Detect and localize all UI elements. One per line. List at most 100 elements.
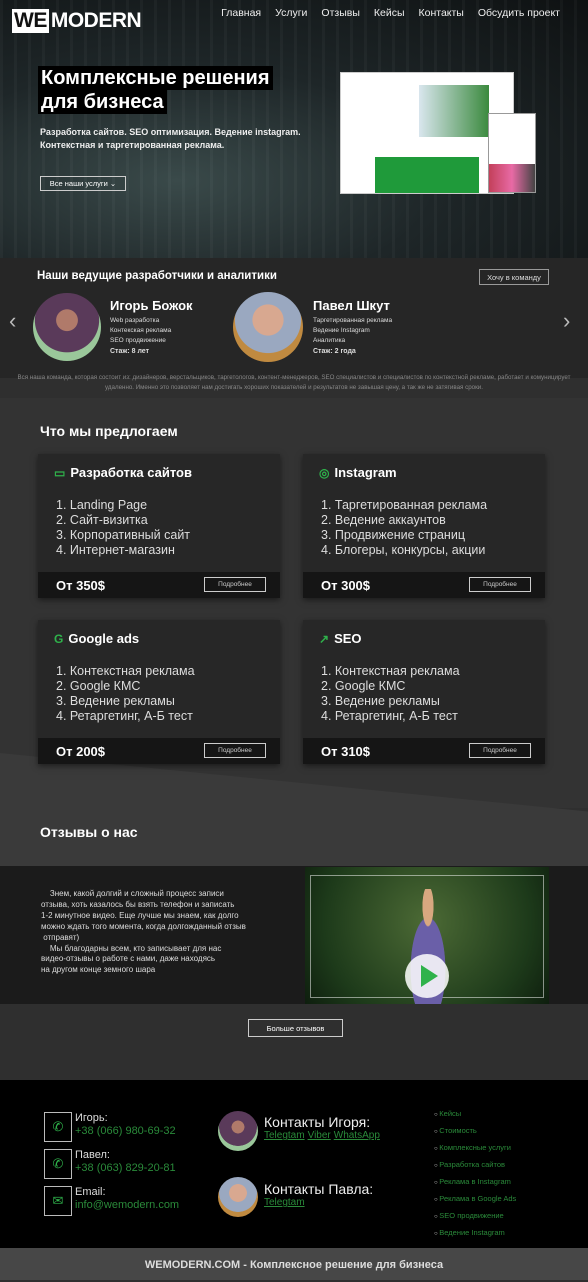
- chevron-left-icon[interactable]: ‹: [9, 308, 16, 334]
- pavel-contacts-title: Контакты Павла:: [264, 1181, 374, 1197]
- contact-label: Email:: [75, 1186, 106, 1198]
- chevron-down-icon: ⌄: [107, 179, 117, 188]
- phone-mockup-image: [488, 113, 536, 193]
- more-button[interactable]: Подробнее: [469, 577, 531, 592]
- service-item: 4. Блогеры, конкурсы, акции: [321, 543, 486, 557]
- service-title: SEO: [334, 631, 362, 646]
- reviews-text: Знем, какой долгий и сложный процесс зап…: [41, 889, 246, 975]
- member-experience: Стаж: 2 года: [313, 348, 356, 355]
- nav-discuss[interactable]: Обсудить проект: [478, 7, 560, 19]
- footer-link[interactable]: Стоимость: [434, 1123, 516, 1140]
- avatar-pavel: [233, 292, 303, 362]
- service-price: От 200$: [56, 744, 106, 759]
- hero-title-line2: для бизнеса: [38, 90, 167, 114]
- service-footer: От 300$ Подробнее: [303, 572, 545, 598]
- contact-label: Павел:: [75, 1149, 110, 1161]
- member-skills: Web разработка Контекская реклама SEO прод…: [110, 316, 171, 346]
- nav-home[interactable]: Главная: [221, 7, 261, 19]
- more-button[interactable]: Подробнее: [204, 743, 266, 758]
- phone-icon: ✆: [44, 1149, 72, 1179]
- chevron-right-icon[interactable]: ›: [563, 308, 570, 334]
- service-item: 3. Ведение рекламы: [56, 694, 175, 708]
- skill: Web разработка: [110, 317, 160, 324]
- service-item: 1. Контекстная реклама: [321, 664, 460, 678]
- service-item: 1. Таргетированная реклама: [321, 498, 488, 512]
- nav-services[interactable]: Услуги: [275, 7, 307, 19]
- service-card: ↗ SEO 1. Контекстная реклама 2. Google КМС…: [303, 620, 545, 764]
- bottom-bar: WEMODERN.COM - Комплексное решение для б…: [0, 1248, 588, 1280]
- more-button[interactable]: Подробнее: [204, 577, 266, 592]
- footer-link[interactable]: Разработка сайтов: [434, 1157, 516, 1174]
- reviews-title: Отзывы о нас: [40, 824, 138, 840]
- skill: Таргетированная реклама: [313, 317, 393, 324]
- service-card: ◎ Instagram 1. Таргетированная реклама 2. …: [303, 454, 545, 598]
- more-button[interactable]: Подробнее: [469, 743, 531, 758]
- phone-icon: ✆: [44, 1112, 72, 1142]
- footer-link[interactable]: Комплексные услуги: [434, 1140, 516, 1157]
- service-title: Разработка сайтов: [70, 465, 192, 480]
- services-button[interactable]: Все наши услуги ⌄: [40, 176, 126, 191]
- service-list: 1. Таргетированная реклама 2. Ведение акк…: [321, 498, 487, 558]
- service-item: 2. Google КМС: [321, 679, 406, 693]
- hero-subtitle-line1: Разработка сайтов. SEO оптимизация. Веде…: [40, 127, 301, 137]
- service-card: ▭ Разработка сайтов 1. Landing Page 2. Сай…: [38, 454, 280, 598]
- igor-contacts-title: Контакты Игоря:: [264, 1114, 371, 1130]
- service-price: От 300$: [321, 578, 371, 593]
- hero-title-line1: Комплексные решения: [38, 66, 273, 90]
- member-name: Павел Шкут: [313, 298, 390, 313]
- play-icon[interactable]: [405, 954, 449, 998]
- service-item: 3. Корпоративный сайт: [56, 528, 191, 542]
- logo-we: WE: [12, 9, 49, 33]
- join-team-button[interactable]: Хочу в команду: [479, 269, 549, 285]
- services-button-label: Все наши услуги: [49, 179, 108, 188]
- service-list: 1. Landing Page 2. Сайт-визитка 3. Корпора…: [56, 498, 190, 558]
- pavel-telegram-link[interactable]: Telegtam: [264, 1197, 305, 1208]
- mail-icon: ✉: [44, 1186, 72, 1216]
- chart-icon: ↗: [319, 631, 330, 646]
- service-item: 4. Ретаргетинг, А-Б тест: [56, 709, 193, 723]
- member-experience: Стаж: 8 лет: [110, 348, 150, 355]
- review-video[interactable]: [305, 867, 549, 1004]
- footer-link[interactable]: Реклама в Instagram: [434, 1174, 516, 1191]
- igor-telegram-link[interactable]: Telegtam: [264, 1130, 305, 1141]
- hero-title: Комплексные решения для бизнеса: [38, 66, 273, 114]
- service-footer: От 350$ Подробнее: [38, 572, 280, 598]
- team-title: Наши ведущие разработчики и аналитики: [37, 270, 277, 282]
- contact-email[interactable]: info@wemodern.com: [75, 1199, 179, 1212]
- hero-subtitle: Разработка сайтов. SEO оптимизация. Веде…: [40, 126, 301, 152]
- logo-modern: MODERN: [50, 9, 142, 32]
- contact-phone-pavel[interactable]: +38 (063) 829-20-81: [75, 1162, 176, 1175]
- service-title: Instagram: [334, 465, 397, 480]
- service-item: 2. Google КМС: [56, 679, 141, 693]
- service-price: От 310$: [321, 744, 371, 759]
- contact-phone-igor[interactable]: +38 (066) 980-69-32: [75, 1125, 176, 1138]
- igor-whatsapp-link[interactable]: WhatsApp: [334, 1130, 380, 1141]
- service-item: 4. Интернет-магазин: [56, 543, 175, 557]
- more-reviews-button[interactable]: Больше отзывов: [248, 1019, 343, 1037]
- service-list: 1. Контекстная реклама 2. Google КМС 3. Ве…: [56, 664, 195, 724]
- footer-link[interactable]: Ведение Instagram: [434, 1225, 516, 1242]
- member-name: Игорь Божок: [110, 298, 193, 313]
- logo[interactable]: WE MODERN: [12, 9, 142, 33]
- service-card: G Google ads 1. Контекстная реклама 2. Goo…: [38, 620, 280, 764]
- nav-reviews[interactable]: Отзывы: [321, 7, 359, 19]
- nav-cases[interactable]: Кейсы: [374, 7, 405, 19]
- skill: Аналитика: [313, 337, 346, 344]
- member-skills: Таргетированная реклама Ведение Instagram…: [313, 316, 392, 346]
- service-item: 4. Ретаргетинг, А-Б тест: [321, 709, 458, 723]
- service-item: 3. Ведение рекламы: [321, 694, 440, 708]
- service-title: Google ads: [68, 631, 140, 646]
- main-nav: Главная Услуги Отзывы Кейсы Контакты Обс…: [221, 7, 560, 19]
- service-item: 2. Сайт-визитка: [56, 513, 148, 527]
- footer-link[interactable]: SEO продвижение: [434, 1208, 516, 1225]
- service-item: 1. Landing Page: [56, 498, 148, 512]
- service-price: От 350$: [56, 578, 106, 593]
- avatar-igor-small: [218, 1111, 258, 1151]
- footer-link[interactable]: Реклама в Google Ads: [434, 1191, 516, 1208]
- service-item: 2. Ведение аккаунтов: [321, 513, 446, 527]
- footer-link[interactable]: Кейсы: [434, 1106, 516, 1123]
- igor-viber-link[interactable]: Viber: [308, 1130, 331, 1141]
- nav-contacts[interactable]: Контакты: [419, 7, 464, 19]
- footer-links: Кейсы Стоимость Комплексные услуги Разра…: [434, 1106, 516, 1242]
- team-note: Вся наша команда, которая состоит из: ди…: [17, 374, 571, 391]
